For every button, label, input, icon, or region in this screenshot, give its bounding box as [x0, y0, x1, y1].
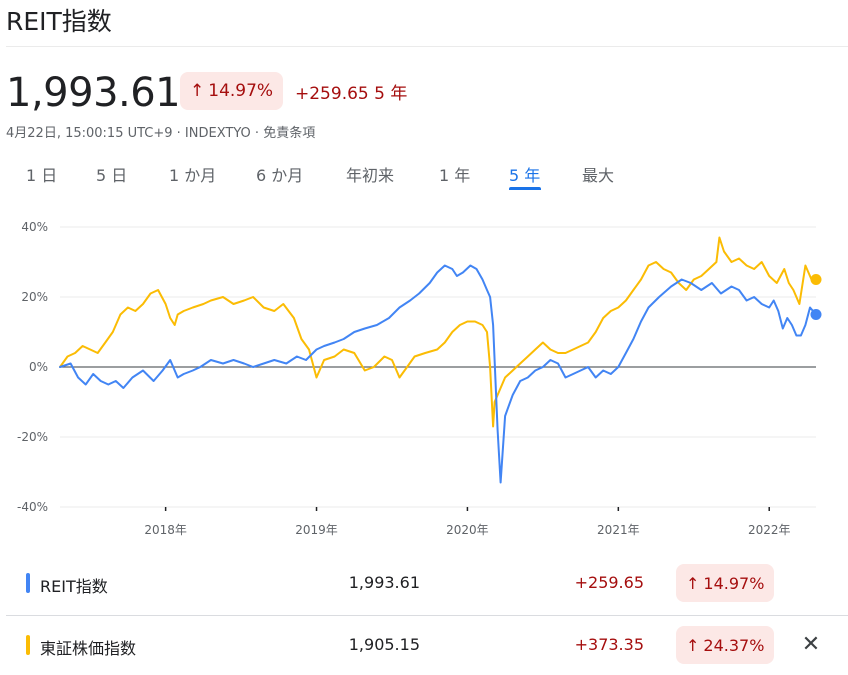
chart-svg[interactable]: 40% 20% 0% -20% -40% 2018年 2019年 2020年 2021年 2022…: [0, 210, 848, 540]
series-change: +259.65: [574, 573, 644, 592]
y-tick-label: 0%: [29, 360, 48, 374]
x-tick-label: 2020年: [446, 523, 489, 537]
arrow-up-icon: ↑: [686, 573, 700, 593]
y-tick-label: -20%: [17, 430, 48, 444]
x-tick-label: 2022年: [748, 523, 791, 537]
legend-row-reit[interactable]: REIT指数 1,993.61 +259.65 ↑ 14.97%: [0, 558, 848, 608]
series-change: +373.35: [574, 635, 644, 654]
x-tick-label: 2019年: [295, 523, 338, 537]
tab-1y[interactable]: 1 年: [439, 162, 470, 186]
series-pct-value: 24.37%: [703, 635, 765, 655]
price-chart[interactable]: 40% 20% 0% -20% -40% 2018年 2019年 2020年 2021年 2022…: [0, 210, 848, 540]
series-value: 1,993.61: [348, 573, 420, 592]
tab-1d[interactable]: 1 日: [26, 162, 57, 186]
x-tick-label: 2018年: [144, 523, 187, 537]
quote-meta: 4月22日, 15:00:15 UTC+9 · INDEXTYO · 免責条項: [6, 126, 316, 141]
x-tick-label: 2021年: [597, 523, 640, 537]
close-icon[interactable]: ✕: [797, 630, 825, 658]
series-pct-badge: ↑ 24.37%: [676, 626, 775, 664]
series-pct-value: 14.97%: [703, 573, 765, 593]
series-line-reit: [59, 264, 817, 484]
tab-5d[interactable]: 5 日: [96, 162, 127, 186]
active-tab-indicator: [509, 187, 541, 190]
arrow-up-icon: ↑: [686, 635, 700, 655]
series-color-bar: [26, 573, 30, 593]
tab-6m[interactable]: 6 か月: [256, 162, 303, 186]
legend-row-topix[interactable]: 東証株価指数 1,905.15 +373.35 ↑ 24.37%: [0, 620, 848, 670]
series-line-topix: [59, 236, 817, 428]
tab-5y[interactable]: 5 年: [509, 162, 540, 186]
series-name: REIT指数: [40, 577, 108, 596]
tab-max[interactable]: 最大: [582, 162, 614, 186]
y-tick-label: 20%: [21, 290, 48, 304]
arrow-up-icon: ↑: [190, 81, 205, 101]
pct-change-badge: ↑ 14.97%: [180, 72, 284, 110]
header-divider: [6, 46, 848, 47]
pct-change-value: 14.97%: [208, 81, 274, 101]
abs-change-value: +259.65: [295, 84, 369, 104]
series-value: 1,905.15: [348, 635, 420, 654]
y-tick-label: 40%: [21, 220, 48, 234]
current-price: 1,993.61: [6, 70, 181, 116]
page-title: REIT指数: [6, 7, 112, 36]
tab-ytd[interactable]: 年初来: [346, 162, 394, 186]
series-pct-badge: ↑ 14.97%: [676, 564, 775, 602]
series-name: 東証株価指数: [40, 639, 137, 658]
series-endpoint-topix: [810, 274, 822, 285]
period-label: 5 年: [374, 84, 408, 104]
abs-change: +259.65 5 年: [295, 79, 407, 104]
range-tabs: 1 日 5 日 1 か月 6 か月 年初来 1 年 5 年 最大: [0, 162, 660, 192]
y-tick-label: -40%: [17, 500, 48, 514]
series-endpoint-reit: [810, 309, 822, 320]
tab-1m[interactable]: 1 か月: [169, 162, 216, 186]
series-color-bar: [26, 635, 30, 655]
legend-divider: [6, 615, 848, 616]
